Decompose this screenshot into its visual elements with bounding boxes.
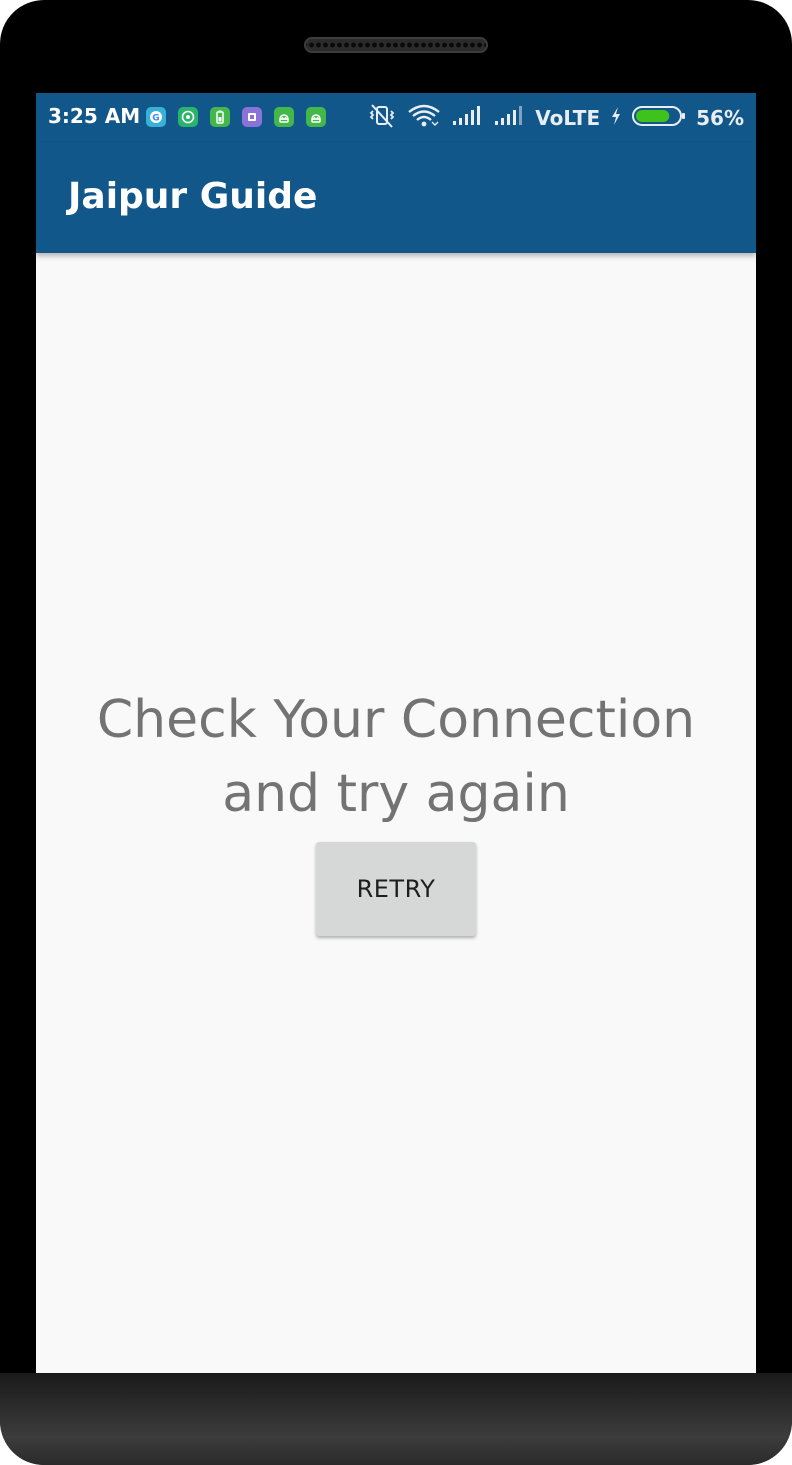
signal-2-icon bbox=[493, 106, 525, 130]
vibrate-off-icon bbox=[367, 103, 397, 133]
message-line-1: Check Your Connection bbox=[96, 690, 696, 750]
whatsapp-icon bbox=[178, 107, 198, 127]
screen: 3:25 AM G VoLTE 56% Jaipur Guide Check Y… bbox=[36, 93, 756, 1373]
app-toolbar: Jaipur Guide bbox=[36, 143, 756, 253]
charging-icon bbox=[610, 106, 622, 130]
page-title: Jaipur Guide bbox=[68, 176, 318, 217]
wifi-icon bbox=[407, 103, 441, 133]
status-bar: 3:25 AM G VoLTE 56% bbox=[36, 93, 756, 143]
phone-speaker bbox=[304, 37, 488, 53]
battery-percent: 56% bbox=[696, 106, 744, 130]
android-icon bbox=[306, 107, 326, 127]
network-type: VoLTE bbox=[535, 106, 601, 130]
message-line-2: and try again bbox=[222, 764, 570, 824]
connection-error-message: Check Your Connection and try again bbox=[36, 683, 756, 831]
battery-saver-icon bbox=[210, 107, 230, 127]
battery-icon bbox=[632, 105, 686, 131]
svg-text:G: G bbox=[152, 114, 159, 124]
google-icon: G bbox=[146, 107, 166, 127]
status-right: VoLTE 56% bbox=[367, 103, 744, 133]
signal-1-icon bbox=[451, 106, 483, 130]
phone-chin bbox=[0, 1373, 792, 1465]
retry-button[interactable]: RETRY bbox=[316, 842, 476, 936]
status-time: 3:25 AM bbox=[48, 104, 141, 128]
notification-icons: G bbox=[146, 107, 326, 127]
phone-frame: 3:25 AM G VoLTE 56% Jaipur Guide Check Y… bbox=[0, 0, 792, 1465]
app-icon bbox=[242, 107, 262, 127]
android-icon bbox=[274, 107, 294, 127]
